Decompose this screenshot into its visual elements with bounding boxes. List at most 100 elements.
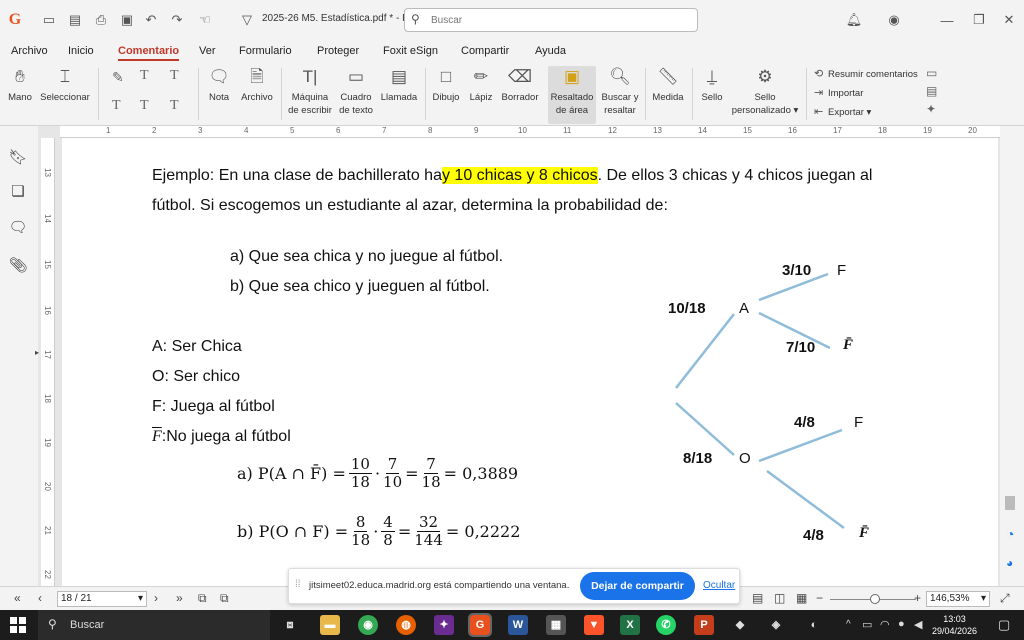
stamp-button[interactable]: ⍊ Sello [696,66,728,104]
restore-icon[interactable]: ❐ [970,11,988,29]
menu-comentario[interactable]: Comentario [118,45,180,61]
menu-ver[interactable]: Ver [199,45,216,57]
import-button[interactable]: ⇥ Importar [814,86,863,99]
account-icon[interactable]: ◉ [885,11,903,29]
notifications-icon[interactable]: ▢ [998,617,1010,633]
expand-panel-icon[interactable]: ▸ [34,348,40,368]
squiggly-text-icon[interactable]: T [170,68,179,84]
new-file-icon[interactable]: ▭ [40,11,58,29]
measure-button[interactable]: 📏︎ Medida [648,66,688,104]
zoom-slider-thumb[interactable] [870,594,880,604]
menu-ayuda[interactable]: Ayuda [535,45,566,57]
two-page-icon[interactable]: ◫ [774,591,785,605]
summarize-comments-button[interactable]: ⟲ Resumir comentarios [814,67,918,80]
powerpoint-icon[interactable]: P [694,615,714,635]
area-highlight-button[interactable]: ▣ Resaltado de área [548,66,596,124]
foxit-taskbar-icon[interactable]: G [468,613,492,637]
insert-text-icon[interactable]: T [170,98,179,114]
bell-icon[interactable]: 🔔︎ [845,11,863,29]
ai-icon[interactable]: ◕ [1006,556,1013,570]
single-page-icon[interactable]: ▤ [752,591,763,605]
scrollbar-thumb[interactable] [1005,496,1015,510]
menu-compartir[interactable]: Compartir [461,45,509,57]
comment-filter-icon[interactable]: ▤ [926,84,937,99]
menu-foxit-esign[interactable]: Foxit eSign [383,45,438,57]
zoom-in-icon[interactable]: + [914,591,921,605]
menu-archivo[interactable]: Archivo [11,45,48,57]
callout-button[interactable]: ▤ Llamada [378,66,420,104]
microphone-icon[interactable]: ● [898,618,905,630]
calculator-icon[interactable]: ▦ [546,615,566,635]
brave-icon[interactable]: ▼ [584,615,604,635]
search-highlight-button[interactable]: 🔍︎ Buscar y resaltar [598,66,642,117]
customize-dropdown-icon[interactable]: ▽ [238,11,256,29]
open-folder-icon[interactable]: ▤ [66,11,84,29]
hand-button[interactable]: ✋︎ Mano [4,66,36,104]
continuous-icon[interactable]: ▦ [796,591,807,605]
menu-formulario[interactable]: Formulario [239,45,292,57]
speaker-icon[interactable]: ◀︎ [914,618,922,631]
zoom-level-field[interactable]: 146,53% ▾ [926,591,990,607]
underline-text-icon[interactable]: T [140,68,149,84]
fullscreen-icon[interactable]: ⤢ [1000,591,1010,606]
whatsapp-icon[interactable]: ✆ [656,615,676,635]
hide-link[interactable]: Ocultar [703,580,735,591]
next-page-icon[interactable]: › [154,591,158,605]
close-icon[interactable]: ✕ [1000,11,1018,29]
file-explorer-icon[interactable]: ▬ [320,615,340,635]
pdf-page[interactable]: Ejemplo: En una clase de bachillerato ha… [62,138,998,586]
textbox-button[interactable]: ▭ Cuadro de texto [336,66,376,117]
pin-icon[interactable]: ✦ [926,102,936,117]
app-icon[interactable]: ◈ [766,615,786,635]
firefox-icon[interactable]: ◍ [396,615,416,635]
custom-stamp-button[interactable]: ⚙︎ Sello personalizado ▾ [730,66,800,117]
minimize-icon[interactable]: — [938,11,956,29]
typewriter-button[interactable]: T| Máquina de escribir [286,66,334,117]
redo-icon[interactable]: ↷ [168,11,186,29]
windows-start-icon[interactable] [10,617,26,633]
zoom-out-icon[interactable]: − [816,591,823,605]
word-icon[interactable]: W [508,615,528,635]
network-icon[interactable]: ▭ [862,618,872,631]
menu-proteger[interactable]: Proteger [317,45,359,57]
highlight-text-icon[interactable]: ✎ [112,70,124,87]
wifi-icon[interactable]: ◠ [880,618,890,631]
foxit-logo-icon[interactable]: G [6,11,24,29]
bookmark-icon[interactable]: 🔖︎ [8,148,28,168]
print-icon[interactable]: ⎙ [92,11,110,29]
attachments-icon[interactable]: 📎︎ [8,256,28,276]
note-button[interactable]: 🗨︎ Nota [204,66,234,104]
pencil-button[interactable]: ✏︎ Lápiz [466,66,496,104]
save-icon[interactable]: ▣ [118,11,136,29]
eraser-button[interactable]: ⌫ Borrador [498,66,542,104]
drawing-button[interactable]: □ Dibujo [428,66,464,104]
app-icon[interactable]: ✦ [434,615,454,635]
hand-tool-icon[interactable]: ☜ [196,11,214,29]
page-number-field[interactable]: 18 / 21 ▾ [57,591,147,607]
excel-icon[interactable]: X [620,615,640,635]
pages-icon[interactable]: ❏ [8,182,28,202]
paste-page-icon[interactable]: ⧉ [220,591,229,606]
export-button[interactable]: ⇤ Exportar ▾ [814,105,871,118]
task-view-icon[interactable]: ⧈ [280,615,300,635]
system-clock[interactable]: 13:03 29/04/2026 [932,613,977,637]
comments-icon[interactable]: 🗨︎ [8,218,28,238]
search-box[interactable]: ⚲ [404,8,698,32]
strikeout-text-icon[interactable]: T [112,98,121,114]
assistant-icon[interactable]: ◔ [1006,526,1014,542]
app-icon[interactable]: ◐ [804,615,824,635]
taskbar-search[interactable]: ⚲ Buscar [38,610,270,640]
last-page-icon[interactable]: » [176,591,183,605]
first-page-icon[interactable]: « [14,591,21,605]
chrome-icon[interactable]: ◉ [358,615,378,635]
tray-chevron-icon[interactable]: ^ [846,619,851,630]
replace-text-icon[interactable]: T [140,98,149,114]
search-input[interactable] [431,12,691,28]
undo-icon[interactable]: ↶ [142,11,160,29]
copy-page-icon[interactable]: ⧉ [198,591,207,606]
app-icon[interactable]: ◆ [730,615,750,635]
drag-handle-icon[interactable]: ⁞⁞ [295,579,301,590]
select-button[interactable]: ⌶ Seleccionar [38,66,92,104]
file-attach-button[interactable]: 🗎︎ Archivo [238,66,276,104]
prev-page-icon[interactable]: ‹ [38,591,42,605]
